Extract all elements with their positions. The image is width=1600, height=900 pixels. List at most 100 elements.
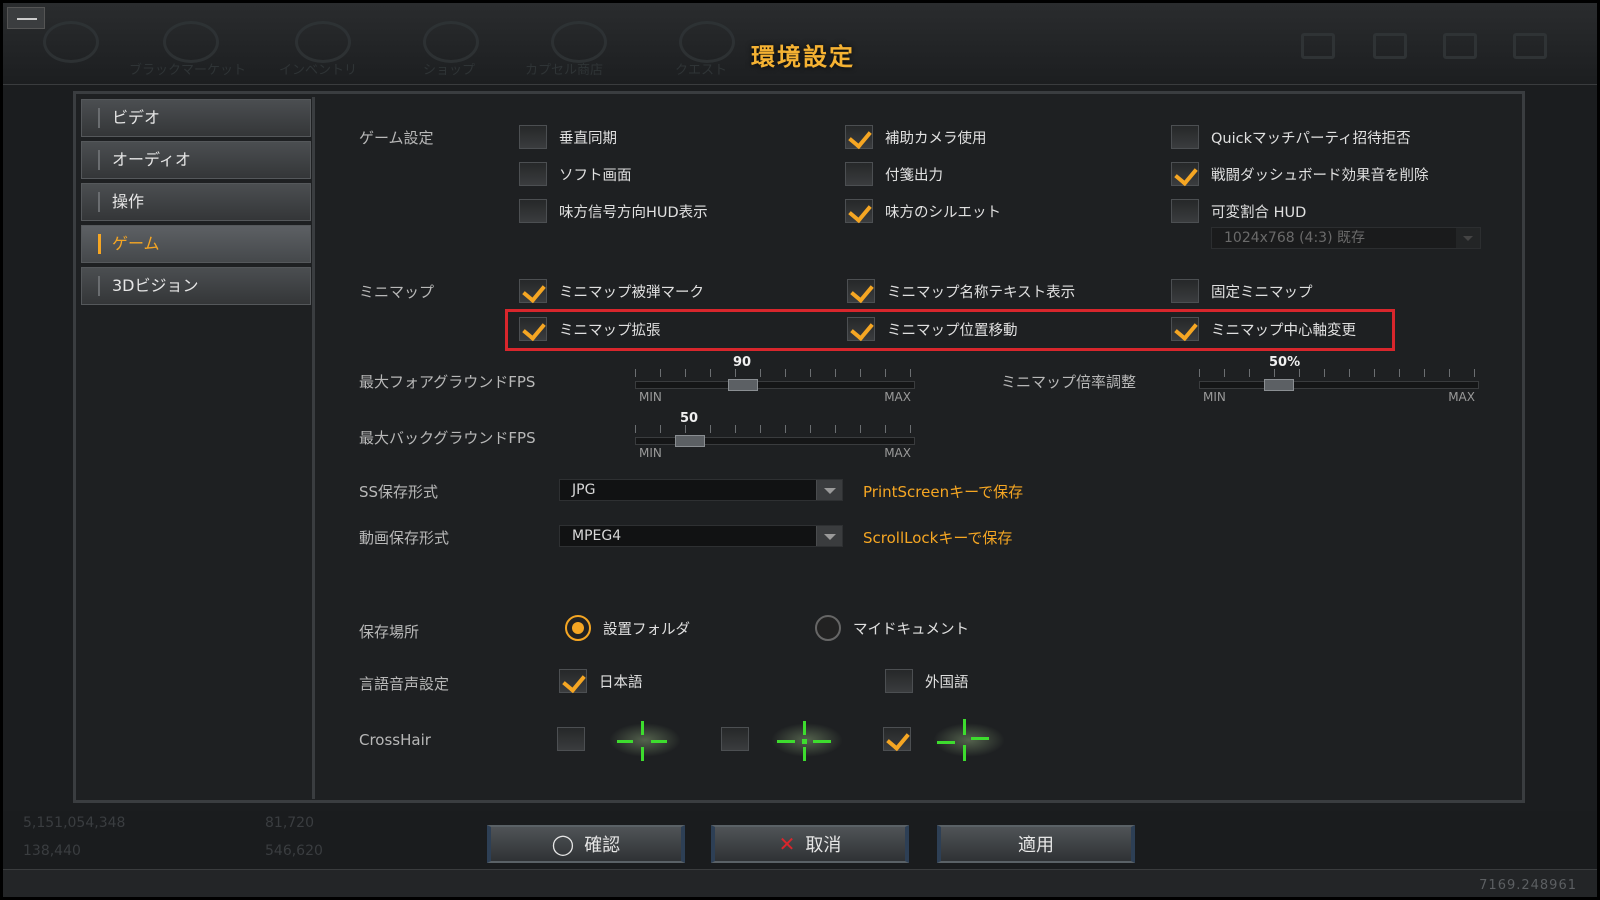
slider-thumb[interactable] [675, 435, 705, 447]
save-my-documents-radio[interactable] [815, 615, 841, 641]
voice-japanese-checkbox[interactable] [559, 669, 587, 693]
sidebar-item-game[interactable]: ゲーム [81, 225, 311, 263]
voice-foreign-option[interactable]: 外国語 [885, 669, 969, 693]
apply-button[interactable]: 適用 [937, 825, 1135, 863]
crosshair-cross-icon[interactable] [603, 711, 683, 771]
video-hint: ScrollLockキーで保存 [863, 529, 1013, 547]
dashboard-sound-label: 戦闘ダッシュボード効果音を削除 [1211, 167, 1429, 184]
voice-japanese-option[interactable]: 日本語 [559, 669, 643, 693]
assist-camera-option[interactable]: 補助カメラ使用 [845, 125, 987, 149]
ss-format-value: JPG [572, 482, 596, 498]
close-icon: ✕ [778, 832, 796, 856]
minimap-label: ミニマップ [359, 283, 435, 301]
video-format-select[interactable]: MPEG4 [559, 525, 843, 547]
confirm-button-label: 確認 [584, 835, 621, 856]
ally-signal-hud-checkbox[interactable] [519, 199, 547, 223]
highlight-box [505, 309, 1395, 351]
confirm-button[interactable]: ◯ 確認 [487, 825, 685, 863]
slider-thumb[interactable] [1264, 379, 1294, 391]
hud-resolution-value: 1024x768 (4:3) 既存 [1224, 230, 1365, 246]
assist-camera-label: 補助カメラ使用 [885, 130, 987, 147]
minimap-name-text-option[interactable]: ミニマップ名称テキスト表示 [847, 279, 1075, 303]
ally-silhouette-checkbox[interactable] [845, 199, 873, 223]
variable-hud-checkbox[interactable] [1171, 199, 1199, 223]
fixed-minimap-option[interactable]: 固定ミニマップ [1171, 279, 1313, 303]
save-install-folder-option[interactable]: 設置フォルダ [565, 615, 690, 641]
sticky-note-label: 付箋出力 [885, 167, 943, 184]
sidebar-item-3d-vision[interactable]: 3Dビジョン [81, 267, 311, 305]
crosshair-line [813, 740, 831, 743]
ss-hint: PrintScreenキーで保存 [863, 483, 1024, 501]
sidebar-item-audio[interactable]: オーディオ [81, 141, 311, 179]
hud-resolution-select[interactable]: 1024x768 (4:3) 既存 [1211, 227, 1481, 249]
game-settings-label: ゲーム設定 [359, 129, 434, 147]
video-format-value: MPEG4 [572, 528, 622, 544]
quickmatch-reject-option[interactable]: Quickマッチパーティ招待拒否 [1171, 125, 1411, 149]
minimap-hit-mark-option[interactable]: ミニマップ被弾マーク [519, 279, 704, 303]
assist-camera-checkbox[interactable] [845, 125, 873, 149]
crosshair-split-icon[interactable] [927, 711, 1007, 771]
sticky-note-option[interactable]: 付箋出力 [845, 162, 943, 186]
slider-value: 90 [733, 355, 752, 370]
video-format-label: 動画保存形式 [359, 529, 450, 547]
voice-language-label: 言語音声設定 [359, 675, 450, 693]
minimap-scale-slider[interactable]: 50% MIN MAX [1199, 355, 1479, 404]
build-number: 7169.248961 [1479, 878, 1577, 893]
dashboard-sound-option[interactable]: 戦闘ダッシュボード効果音を削除 [1171, 162, 1429, 186]
soft-screen-option[interactable]: ソフト画面 [519, 162, 632, 186]
crosshair-line [963, 719, 966, 735]
ally-signal-hud-option[interactable]: 味方信号方向HUD表示 [519, 199, 708, 223]
crosshair-3-checkbox[interactable] [883, 727, 911, 751]
cancel-button-label: 取消 [805, 835, 842, 856]
chevron-down-icon [816, 526, 842, 546]
sidebar-item-controls[interactable]: 操作 [81, 183, 311, 221]
save-my-documents-option[interactable]: マイドキュメント [815, 615, 969, 641]
quickmatch-reject-checkbox[interactable] [1171, 125, 1199, 149]
bg-fps-slider[interactable]: 50 MIN MAX [635, 411, 915, 460]
variable-hud-option[interactable]: 可変割合 HUD [1171, 199, 1306, 223]
chevron-down-icon [1456, 228, 1480, 248]
currency-stat: 81,720 [265, 815, 314, 831]
save-install-folder-radio[interactable] [565, 615, 591, 641]
minimap-hit-mark-checkbox[interactable] [519, 279, 547, 303]
dialog-title: 環境設定 [751, 43, 855, 71]
crosshair-line [963, 745, 966, 761]
crosshair-1-checkbox[interactable] [557, 727, 585, 751]
slider-max-label: MAX [1448, 390, 1475, 404]
menu-button[interactable] [7, 7, 45, 29]
bg-fps-label: 最大バックグラウンドFPS [359, 429, 536, 447]
minimap-name-text-label: ミニマップ名称テキスト表示 [887, 284, 1076, 301]
slider-ticks [635, 425, 915, 433]
soft-screen-checkbox[interactable] [519, 162, 547, 186]
crosshair-2-checkbox[interactable] [721, 727, 749, 751]
crosshair-label: CrossHair [359, 731, 431, 749]
slider-max-label: MAX [884, 390, 911, 404]
minimap-hit-mark-label: ミニマップ被弾マーク [559, 284, 704, 301]
fg-fps-slider[interactable]: 90 MIN MAX [635, 355, 915, 404]
soft-screen-label: ソフト画面 [559, 167, 632, 184]
currency-stat: 546,620 [265, 843, 323, 859]
cancel-button[interactable]: ✕ 取消 [711, 825, 909, 863]
vsync-checkbox[interactable] [519, 125, 547, 149]
crosshair-dot-icon[interactable] [765, 711, 845, 771]
save-location-label: 保存場所 [359, 623, 420, 641]
ss-format-select[interactable]: JPG [559, 479, 843, 501]
quickmatch-reject-label: Quickマッチパーティ招待拒否 [1211, 130, 1411, 147]
voice-foreign-label: 外国語 [925, 674, 969, 691]
minimap-name-text-checkbox[interactable] [847, 279, 875, 303]
sticky-note-checkbox[interactable] [845, 162, 873, 186]
crosshair-glow [933, 723, 1005, 757]
slider-thumb[interactable] [728, 379, 758, 391]
slider-min-label: MIN [1203, 390, 1226, 404]
voice-foreign-checkbox[interactable] [885, 669, 913, 693]
ally-silhouette-option[interactable]: 味方のシルエット [845, 199, 1001, 223]
fixed-minimap-checkbox[interactable] [1171, 279, 1199, 303]
circle-icon: ◯ [551, 832, 575, 856]
crosshair-line [971, 737, 989, 740]
sidebar-item-video[interactable]: ビデオ [81, 99, 311, 137]
dashboard-sound-checkbox[interactable] [1171, 162, 1199, 186]
ally-silhouette-label: 味方のシルエット [885, 204, 1001, 221]
vsync-option[interactable]: 垂直同期 [519, 125, 617, 149]
game-window: ブラックマーケット インベントリ ショップ カプセル商店 クエスト 環境設定 ビ… [0, 0, 1600, 900]
slider-min-label: MIN [639, 446, 662, 460]
